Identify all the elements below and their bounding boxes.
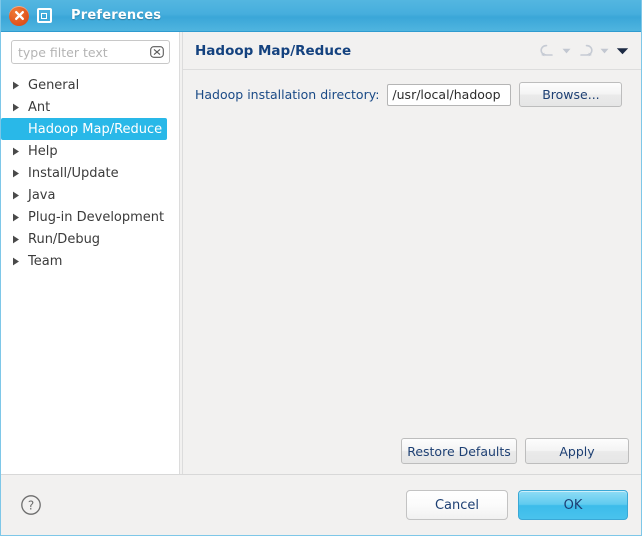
sidebar-item-label: Ant	[28, 99, 51, 115]
forward-arrow-icon[interactable]	[575, 41, 595, 61]
chevron-right-icon[interactable]	[12, 169, 28, 178]
title-bar[interactable]: Preferences	[1, 0, 641, 32]
sidebar-item-label: General	[28, 77, 80, 93]
svg-text:?: ?	[28, 499, 34, 513]
page-title: Hadoop Map/Reduce	[195, 42, 352, 59]
sidebar-item-label: Plug-in Development	[28, 209, 165, 225]
install-directory-label: Hadoop installation directory:	[195, 87, 380, 102]
window-title: Preferences	[71, 8, 162, 23]
maximize-square-inner	[41, 12, 47, 19]
install-directory-row: Hadoop installation directory: Browse...	[195, 82, 629, 107]
chevron-down-icon[interactable]	[597, 41, 611, 61]
page-content: Hadoop installation directory: Browse...	[183, 70, 641, 438]
dialog-button-bar: ? Cancel OK	[1, 474, 641, 535]
browse-button[interactable]: Browse...	[519, 82, 623, 107]
chevron-right-icon[interactable]	[12, 81, 28, 90]
search-input[interactable]	[12, 41, 150, 63]
sidebar-item-run-debug[interactable]: Run/Debug	[1, 228, 167, 250]
sidebar-item-install-update[interactable]: Install/Update	[1, 162, 167, 184]
install-directory-input[interactable]	[387, 83, 512, 106]
sidebar-item-java[interactable]: Java	[1, 184, 167, 206]
cancel-button[interactable]: Cancel	[406, 490, 508, 520]
chevron-right-icon[interactable]	[12, 213, 28, 222]
filter-box[interactable]	[11, 40, 170, 64]
preferences-dialog: Preferences type filter text General Ant…	[0, 0, 642, 536]
clear-icon[interactable]	[150, 46, 164, 58]
sidebar-item-label: Hadoop Map/Reduce	[28, 121, 163, 137]
chevron-down-icon[interactable]	[559, 41, 573, 61]
sidebar-item-label: Help	[28, 143, 58, 159]
chevron-right-icon[interactable]	[12, 147, 28, 156]
chevron-right-icon[interactable]	[12, 103, 28, 112]
maximize-square-outer	[36, 8, 52, 23]
preferences-tree[interactable]: General Ant Hadoop Map/Reduce Help Insta…	[1, 68, 178, 474]
chevron-right-icon[interactable]	[12, 257, 28, 266]
sidebar-item-general[interactable]: General	[1, 74, 167, 96]
sidebar-item-ant[interactable]: Ant	[1, 96, 167, 118]
chevron-right-icon[interactable]	[12, 191, 28, 200]
preference-page: Hadoop Map/Reduce Hadoop installation di…	[183, 32, 641, 474]
apply-button[interactable]: Apply	[525, 438, 629, 464]
sidebar-item-team[interactable]: Team	[1, 250, 167, 272]
dialog-body: General Ant	[1, 32, 641, 474]
page-navigation	[537, 41, 631, 61]
restore-defaults-button[interactable]: Restore Defaults	[401, 438, 517, 464]
sidebar-item-label: Install/Update	[28, 165, 119, 181]
sidebar-item-hadoop-map-reduce[interactable]: Hadoop Map/Reduce	[1, 118, 167, 140]
back-arrow-icon[interactable]	[537, 41, 557, 61]
chevron-right-icon[interactable]	[12, 235, 28, 244]
sidebar-item-label: Java	[28, 187, 56, 203]
sidebar-item-help[interactable]: Help	[1, 140, 167, 162]
sidebar-item-label: Run/Debug	[28, 231, 101, 247]
sidebar-item-label: Team	[28, 253, 63, 269]
page-header: Hadoop Map/Reduce	[183, 32, 641, 70]
maximize-icon[interactable]	[34, 6, 54, 26]
ok-button[interactable]: OK	[518, 490, 628, 520]
help-icon[interactable]: ?	[19, 493, 43, 517]
preferences-sidebar: General Ant	[1, 32, 179, 474]
page-footer-buttons: Restore Defaults Apply	[183, 438, 641, 474]
sidebar-item-plug-in-development[interactable]: Plug-in Development	[1, 206, 167, 228]
close-icon[interactable]	[9, 5, 29, 26]
chevron-down-icon[interactable]	[613, 41, 631, 61]
filter-container	[1, 32, 178, 68]
